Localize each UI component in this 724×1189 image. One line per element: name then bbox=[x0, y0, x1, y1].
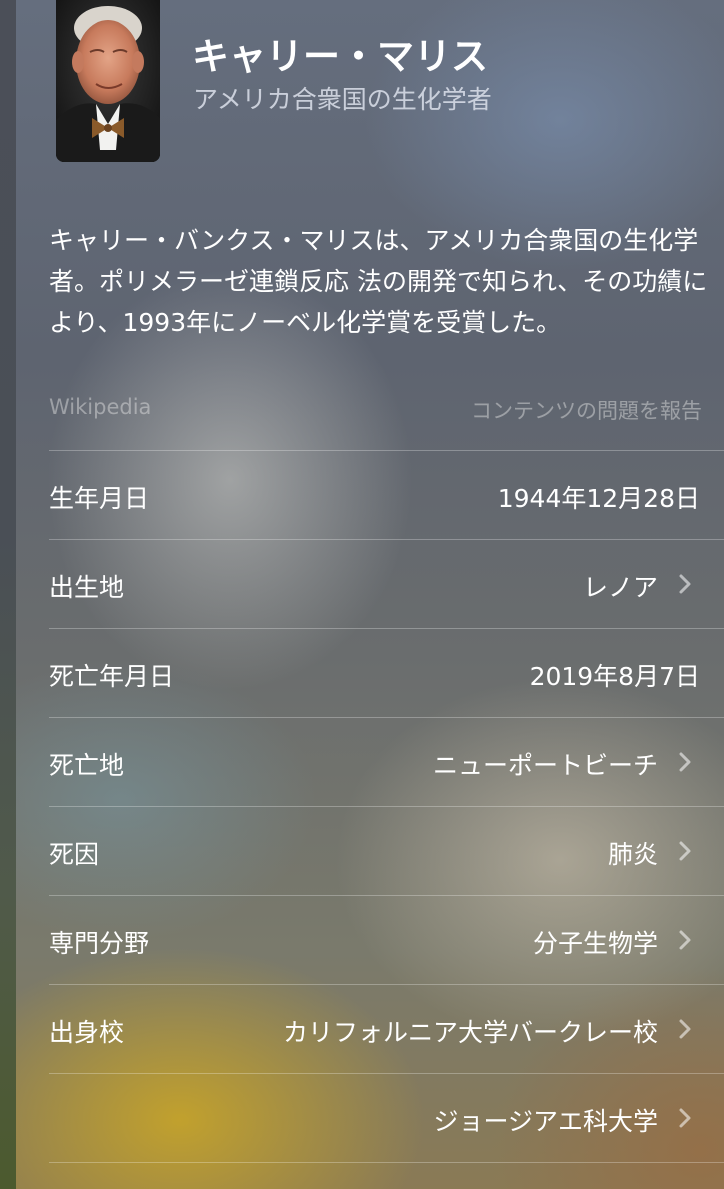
portrait-image bbox=[56, 0, 160, 162]
fact-value: ジョージアエ科大学 bbox=[433, 1107, 658, 1136]
list-bottom-divider bbox=[49, 1162, 724, 1164]
fact-value: 分子生物学 bbox=[532, 929, 658, 958]
chevron-right-icon bbox=[679, 841, 691, 861]
chevron-right-icon bbox=[679, 752, 691, 772]
fact-row-birth-place[interactable]: 出生地 レノア bbox=[49, 539, 724, 628]
fact-value: ニューポートビーチ bbox=[432, 751, 658, 780]
fact-row-field[interactable]: 専門分野 分子生物学 bbox=[49, 895, 724, 984]
fact-value: カリフォルニア大学バークレー校 bbox=[282, 1018, 658, 1047]
source-link[interactable]: Wikipedia bbox=[49, 395, 151, 419]
chevron-right-icon bbox=[679, 930, 691, 950]
summary-text: キャリー・バンクス・マリスは、アメリカ合衆国の生化学者。ポリメラーゼ連鎖反応 法… bbox=[49, 226, 708, 337]
fact-label: 専門分野 bbox=[49, 929, 150, 958]
fact-row-alma-mater[interactable]: 出身校 カリフォルニア大学バークレー校 bbox=[49, 984, 724, 1073]
page-title: キャリー・マリス bbox=[192, 35, 488, 78]
fact-value: 肺炎 bbox=[607, 840, 658, 869]
page-subtitle: アメリカ合衆国の生化学者 bbox=[193, 85, 492, 114]
fact-label: 死亡地 bbox=[49, 751, 125, 780]
fact-row-cause-of-death[interactable]: 死因 肺炎 bbox=[49, 806, 724, 895]
fact-label: 出身校 bbox=[49, 1018, 125, 1047]
fact-row-alma-mater-2[interactable]: ジョージアエ科大学 bbox=[49, 1073, 724, 1162]
fact-value: レノア bbox=[582, 573, 658, 602]
chevron-right-icon bbox=[679, 1108, 691, 1128]
fact-label: 出生地 bbox=[49, 573, 125, 602]
fact-row-death-place[interactable]: 死亡地 ニューポートビーチ bbox=[49, 717, 724, 806]
chevron-right-icon bbox=[679, 1019, 691, 1039]
chevron-right-icon bbox=[679, 574, 691, 594]
fact-label: 死因 bbox=[49, 840, 100, 869]
fact-row-death-date: 死亡年月日 2019年8月7日 bbox=[49, 628, 724, 717]
fact-value: 1944年12月28日 bbox=[497, 484, 700, 513]
fact-row-birth-date: 生年月日 1944年12月28日 bbox=[49, 450, 724, 539]
portrait-photo[interactable] bbox=[56, 0, 160, 162]
fact-label: 生年月日 bbox=[49, 484, 150, 513]
left-edge-divider bbox=[0, 0, 16, 1189]
fact-label: 死亡年月日 bbox=[49, 662, 175, 691]
facts-list: 生年月日 1944年12月28日 出生地 レノア 死亡年月日 2019年8月7日… bbox=[49, 450, 724, 1164]
fact-value: 2019年8月7日 bbox=[529, 662, 700, 691]
report-content-issue-link[interactable]: コンテンツの問題を報告 bbox=[471, 395, 702, 425]
